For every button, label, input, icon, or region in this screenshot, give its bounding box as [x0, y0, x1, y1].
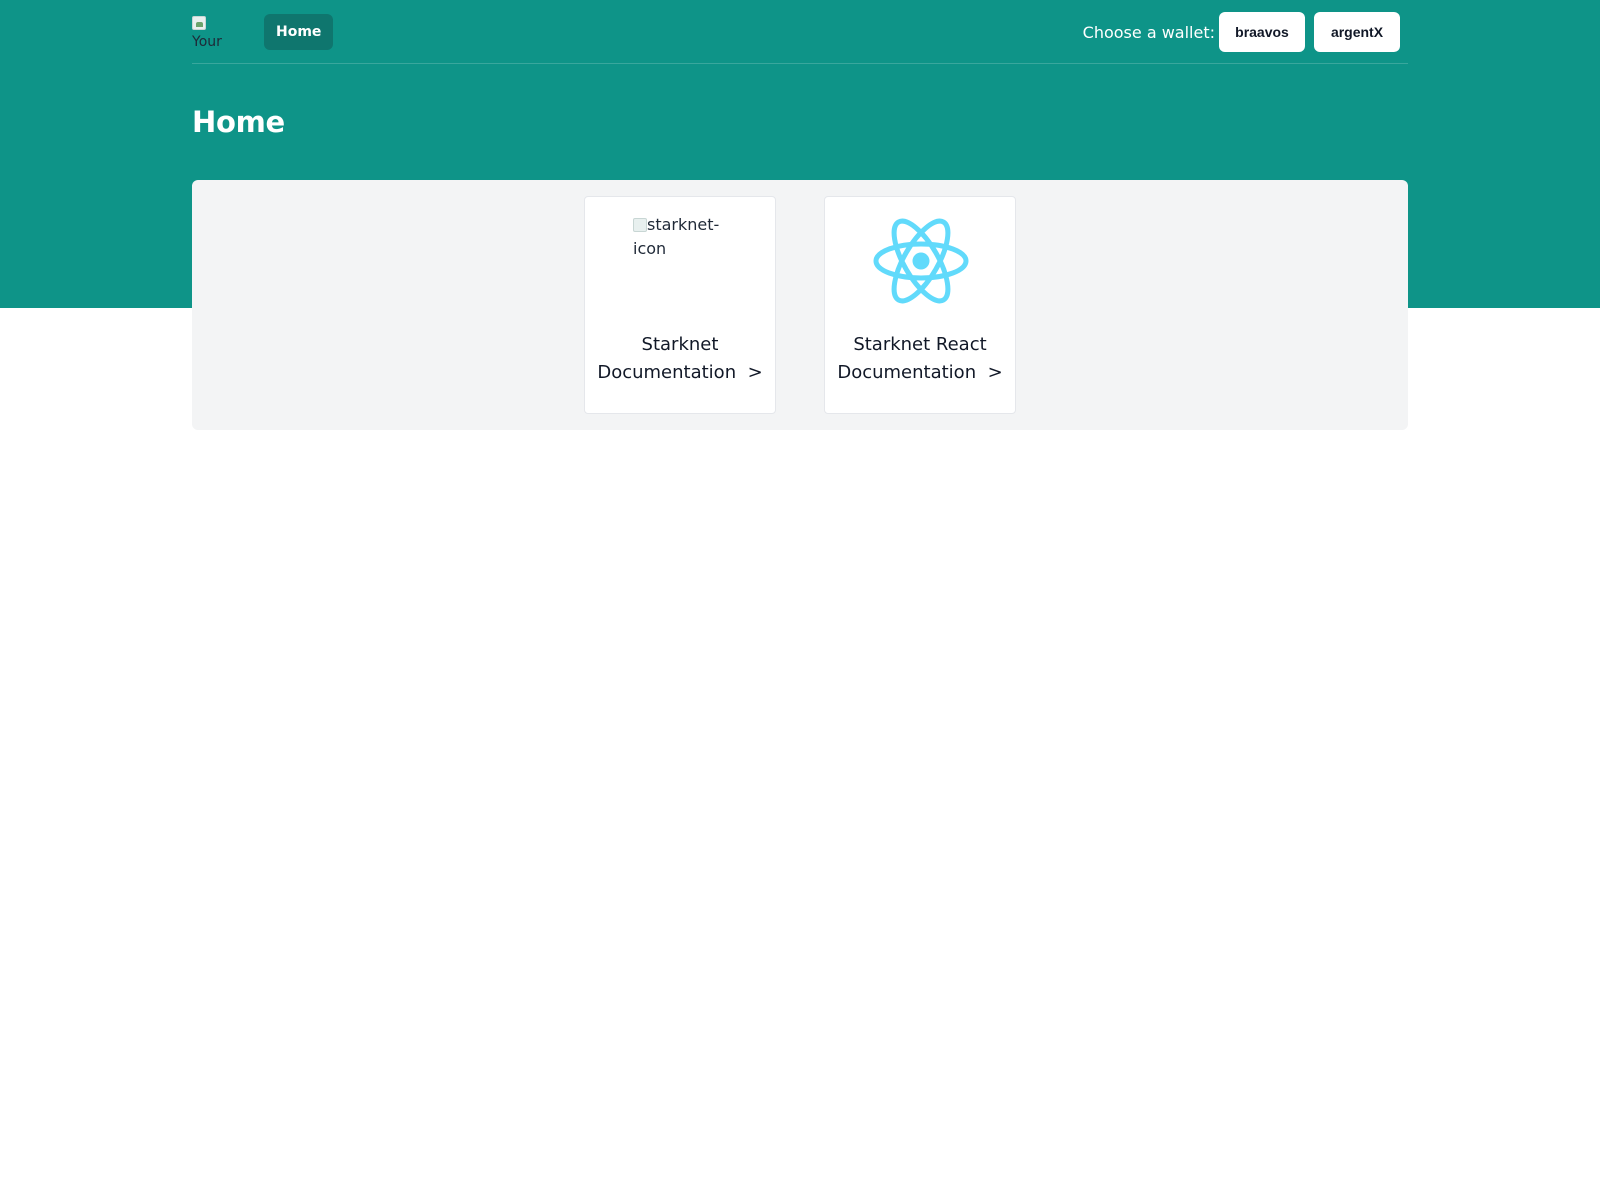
card-title-line2-text: Documentation — [837, 362, 977, 383]
content-panel: starknet-icon Starknet Documentation > S… — [192, 180, 1408, 430]
starknet-icon: starknet-icon — [633, 213, 729, 309]
starknet-react-docs-card[interactable]: Starknet React Documentation > — [824, 196, 1016, 414]
react-icon — [873, 213, 969, 309]
logo-image[interactable]: Your — [192, 16, 226, 48]
chevron-right-icon: > — [987, 362, 1003, 383]
card-title-line2: Documentation > — [585, 359, 775, 387]
card-title-line2: Documentation > — [825, 359, 1015, 387]
card-title: Starknet React Documentation > — [825, 331, 1015, 387]
chevron-right-icon: > — [747, 362, 763, 383]
page-title: Home — [192, 105, 285, 139]
card-title-line2-text: Documentation — [597, 362, 737, 383]
starknet-image-alt: starknet-icon — [633, 213, 729, 261]
broken-image-icon — [192, 16, 206, 30]
top-navbar: Your Home Choose a wallet: braavos argen… — [192, 0, 1408, 64]
card-title: Starknet Documentation > — [585, 331, 775, 387]
react-logo-svg — [873, 218, 969, 304]
card-title-line1: Starknet React — [853, 334, 987, 355]
nav-home-link[interactable]: Home — [264, 14, 334, 50]
logo-alt-text: Your — [192, 34, 222, 48]
wallet-selector: Choose a wallet: braavos argentX — [1083, 12, 1400, 52]
starknet-docs-card[interactable]: starknet-icon Starknet Documentation > — [584, 196, 776, 414]
braavos-wallet-button[interactable]: braavos — [1219, 12, 1305, 52]
broken-image-icon — [633, 218, 647, 232]
argentx-wallet-button[interactable]: argentX — [1314, 12, 1400, 52]
card-title-line1: Starknet — [641, 334, 719, 355]
wallet-label: Choose a wallet: — [1082, 22, 1215, 42]
